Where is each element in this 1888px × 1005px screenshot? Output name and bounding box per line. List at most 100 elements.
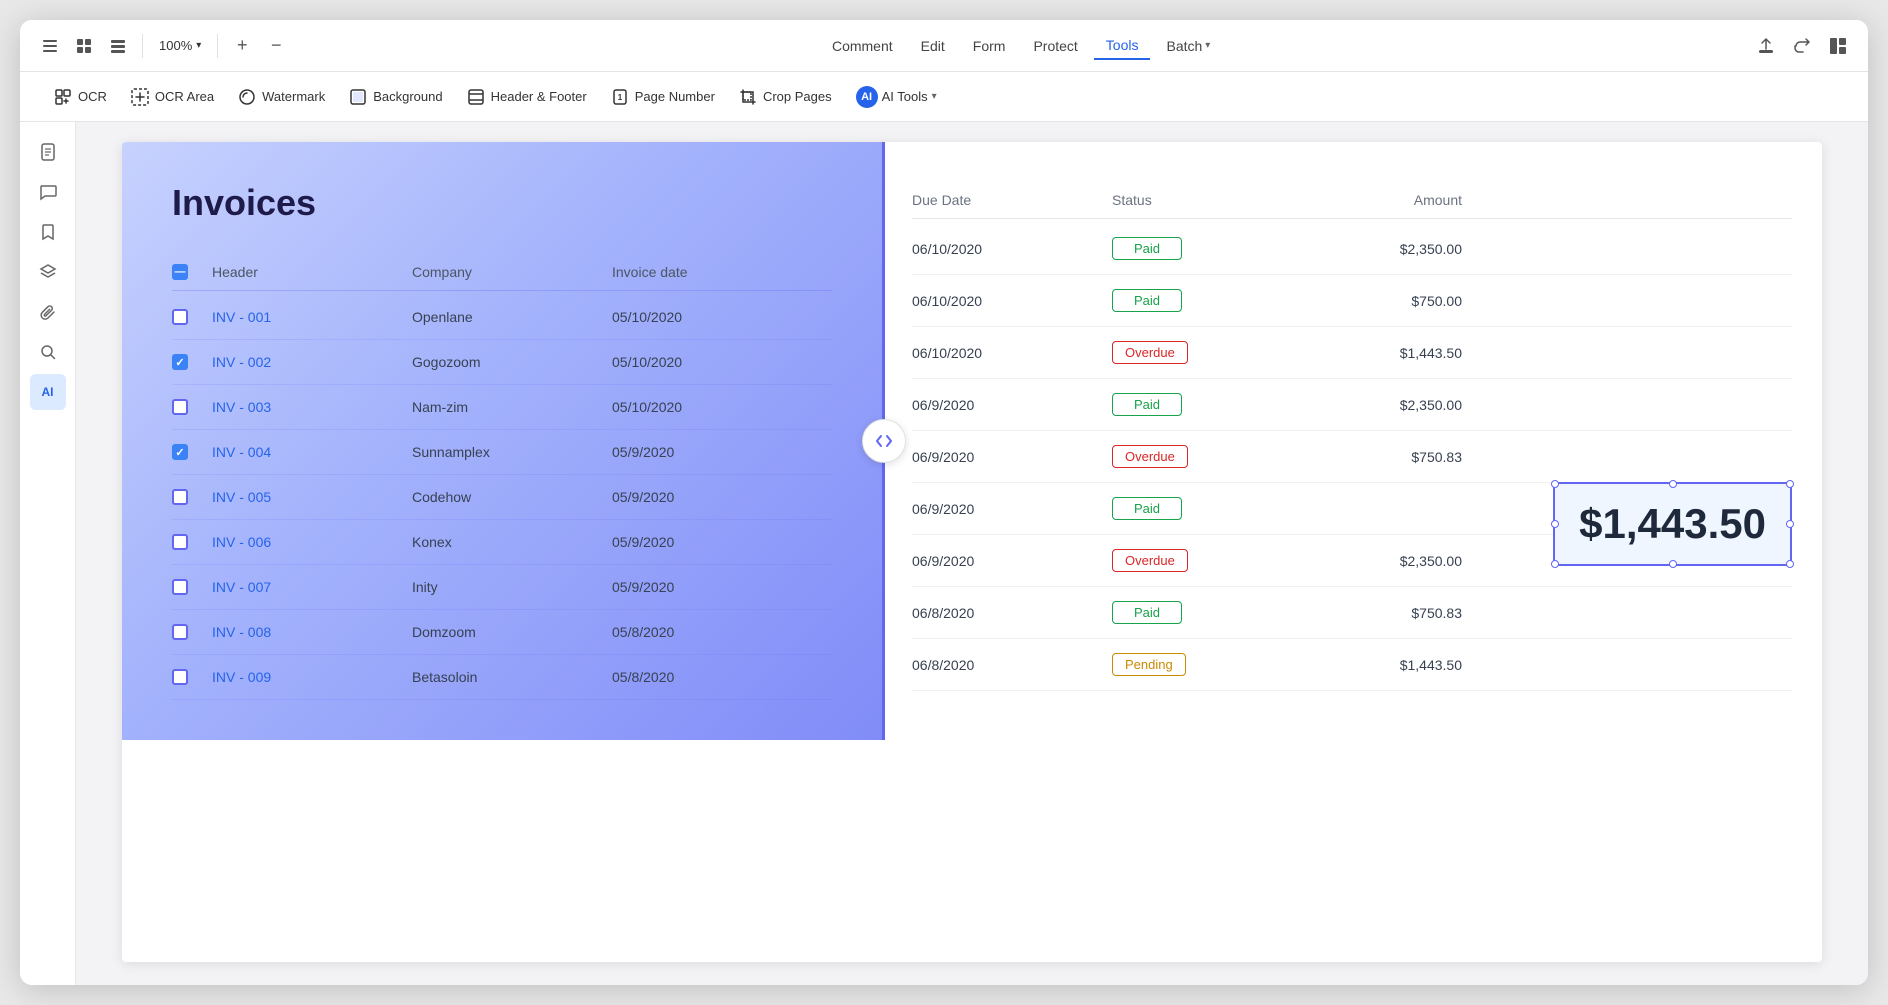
menu-item-edit[interactable]: Edit [909, 33, 957, 59]
row-checkbox-3[interactable] [172, 399, 188, 415]
sidebar-toggle-btn[interactable] [36, 32, 64, 60]
col-header-company: Company [412, 264, 612, 280]
ocr-label: OCR [78, 89, 107, 104]
resize-handle-ml[interactable] [1551, 520, 1559, 528]
inv-id-3[interactable]: INV - 003 [212, 399, 412, 415]
table-row: INV - 005 Codehow 05/9/2020 [172, 475, 832, 520]
col-header-invoice-date: Invoice date [612, 264, 812, 280]
inv-id-4[interactable]: INV - 004 [212, 444, 412, 460]
tool-crop-pages[interactable]: Crop Pages [729, 83, 842, 111]
company-1: Openlane [412, 309, 612, 325]
grid-view-btn[interactable] [70, 32, 98, 60]
panel-toggle-btn[interactable] [862, 419, 906, 463]
right-table-row: 06/10/2020 Paid $2,350.00 [912, 223, 1792, 275]
sidebar-icon-ai[interactable]: AI [30, 374, 66, 410]
sidebar-icon-attachment[interactable] [30, 294, 66, 330]
status-7: Overdue [1112, 549, 1262, 572]
inv-id-6[interactable]: INV - 006 [212, 534, 412, 550]
upload-btn[interactable] [1752, 32, 1780, 60]
menu-bar: 100% ▾ + − Comment Edit Form Protect Too… [20, 20, 1868, 72]
row-checkbox-6[interactable] [172, 534, 188, 550]
tool-ocr-area[interactable]: OCR Area [121, 83, 224, 111]
ai-tools-dropdown-arrow: ▾ [932, 91, 937, 102]
status-badge-4: Paid [1112, 393, 1182, 416]
selected-amount-text: $1,443.50 [1579, 500, 1766, 547]
header-checkbox[interactable]: — [172, 264, 188, 280]
status-4: Paid [1112, 393, 1262, 416]
right-table-row: 06/9/2020 Paid $2,350.00 [912, 379, 1792, 431]
row-checkbox-4[interactable]: ✓ [172, 444, 188, 460]
status-badge-1: Paid [1112, 237, 1182, 260]
resize-handle-tm[interactable] [1669, 480, 1677, 488]
zoom-out-btn[interactable]: − [262, 32, 290, 60]
resize-handle-br[interactable] [1786, 560, 1794, 568]
zoom-control[interactable]: 100% ▾ [153, 36, 207, 55]
inv-id-7[interactable]: INV - 007 [212, 579, 412, 595]
share-btn[interactable] [1788, 32, 1816, 60]
row-checkbox-2[interactable]: ✓ [172, 354, 188, 370]
tool-background[interactable]: Background [339, 83, 452, 111]
menu-item-tools[interactable]: Tools [1094, 32, 1151, 60]
row-checkbox-5[interactable] [172, 489, 188, 505]
list-view-btn[interactable] [104, 32, 132, 60]
menu-item-protect[interactable]: Protect [1021, 33, 1089, 59]
amount-4: $2,350.00 [1262, 397, 1462, 413]
amount-2: $750.00 [1262, 293, 1462, 309]
resize-handle-mr[interactable] [1786, 520, 1794, 528]
row-checkbox-1[interactable] [172, 309, 188, 325]
due-date-9: 06/8/2020 [912, 657, 1112, 673]
menu-item-form[interactable]: Form [961, 33, 1018, 59]
amount-8: $750.83 [1262, 605, 1462, 621]
resize-handle-tr[interactable] [1786, 480, 1794, 488]
ai-sidebar-label: AI [42, 385, 54, 399]
inv-id-2[interactable]: INV - 002 [212, 354, 412, 370]
sidebar-icon-page[interactable] [30, 134, 66, 170]
menu-item-comment[interactable]: Comment [820, 33, 905, 59]
invoice-date-9: 05/8/2020 [612, 669, 812, 685]
sidebar-icon-layers[interactable] [30, 254, 66, 290]
due-date-2: 06/10/2020 [912, 293, 1112, 309]
inv-id-9[interactable]: INV - 009 [212, 669, 412, 685]
crop-pages-label: Crop Pages [763, 89, 832, 104]
company-3: Nam-zim [412, 399, 612, 415]
inv-id-8[interactable]: INV - 008 [212, 624, 412, 640]
inv-id-1[interactable]: INV - 001 [212, 309, 412, 325]
sidebar-icon-comment[interactable] [30, 174, 66, 210]
status-2: Paid [1112, 289, 1262, 312]
invoice-date-4: 05/9/2020 [612, 444, 812, 460]
tool-ai-tools[interactable]: AI AI Tools ▾ [846, 81, 947, 113]
crop-pages-icon [739, 88, 757, 106]
menu-item-batch[interactable]: Batch ▾ [1154, 33, 1222, 59]
selected-amount-box[interactable]: $1,443.50 [1553, 482, 1792, 566]
batch-dropdown-arrow: ▾ [1205, 40, 1210, 51]
row-checkbox-7[interactable] [172, 579, 188, 595]
row-checkbox-8[interactable] [172, 624, 188, 640]
tool-header-footer[interactable]: Header & Footer [457, 83, 597, 111]
layout-btn[interactable] [1824, 32, 1852, 60]
status-9: Pending [1112, 653, 1262, 676]
due-date-1: 06/10/2020 [912, 241, 1112, 257]
col-header-amount: Amount [1262, 192, 1462, 208]
menu-divider [142, 34, 143, 58]
company-8: Domzoom [412, 624, 612, 640]
sidebar-icon-bookmark[interactable] [30, 214, 66, 250]
zoom-in-btn[interactable]: + [228, 32, 256, 60]
menu-bar-right [1752, 32, 1852, 60]
inv-id-5[interactable]: INV - 005 [212, 489, 412, 505]
resize-handle-bm[interactable] [1669, 560, 1677, 568]
header-footer-label: Header & Footer [491, 89, 587, 104]
watermark-label: Watermark [262, 89, 325, 104]
page-wrapper: Invoices — Header Company Invoice date [122, 142, 1822, 962]
status-3: Overdue [1112, 341, 1262, 364]
zoom-value: 100% [159, 38, 192, 53]
status-badge-8: Paid [1112, 601, 1182, 624]
background-icon [349, 88, 367, 106]
tool-watermark[interactable]: Watermark [228, 83, 335, 111]
tool-page-number[interactable]: 1 Page Number [601, 83, 725, 111]
table-row: INV - 006 Konex 05/9/2020 [172, 520, 832, 565]
sidebar-icon-search[interactable] [30, 334, 66, 370]
tool-ocr[interactable]: OCR [44, 83, 117, 111]
row-checkbox-9[interactable] [172, 669, 188, 685]
resize-handle-tl[interactable] [1551, 480, 1559, 488]
invoice-content: Invoices — Header Company Invoice date [122, 142, 1822, 740]
